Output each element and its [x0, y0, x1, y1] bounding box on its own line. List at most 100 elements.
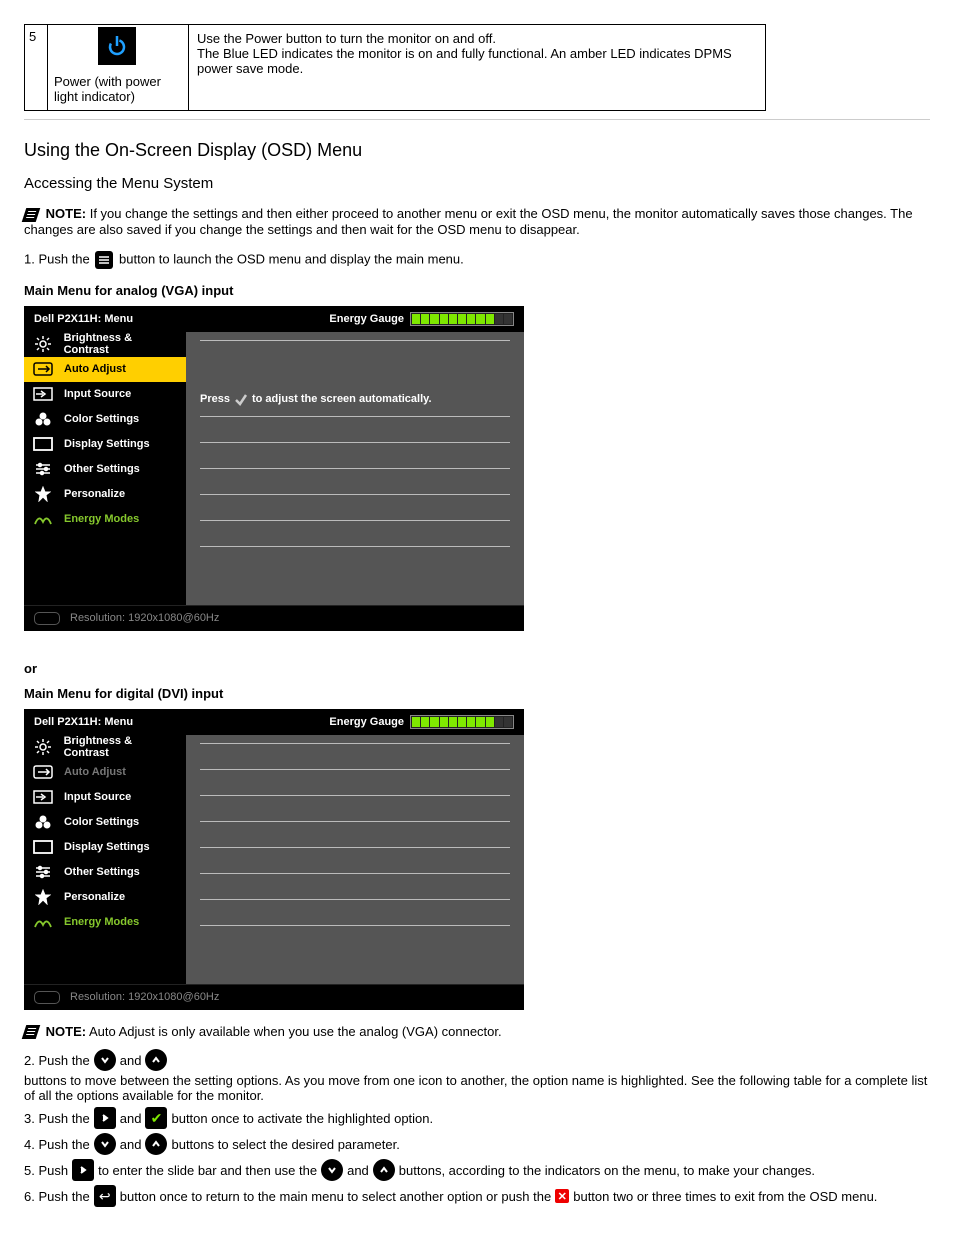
note-text: If you change the settings and then eith… [24, 206, 913, 237]
osd-item-color[interactable]: Color Settings [24, 810, 186, 835]
dell-logo-icon [34, 991, 60, 1004]
step2b: and [120, 1053, 142, 1068]
osd-msg-suffix: to adjust the screen automatically. [252, 393, 432, 405]
osd-item-label: Brightness & Contrast [64, 735, 178, 759]
osd-title: Dell P2X11H: Menu [34, 313, 133, 325]
other-icon [32, 462, 54, 476]
osd-item-personalize[interactable]: Personalize [24, 885, 186, 910]
step4b: and [120, 1137, 142, 1152]
down-icon [94, 1049, 116, 1071]
osd-item-other[interactable]: Other Settings [24, 457, 186, 482]
osd-item-input[interactable]: Input Source [24, 382, 186, 407]
osd-item-energy[interactable]: Energy Modes [24, 507, 186, 532]
step4a: 4. Push the [24, 1137, 90, 1152]
check-icon [145, 1107, 167, 1129]
osd-item-label: Personalize [64, 488, 125, 500]
osd-heading: Using the On-Screen Display (OSD) Menu [24, 140, 930, 161]
other-icon [32, 865, 54, 879]
osd-item-personalize[interactable]: Personalize [24, 482, 186, 507]
up-icon [145, 1049, 167, 1071]
note-label-2: NOTE: [46, 1024, 86, 1039]
display-icon [32, 437, 54, 451]
note-icon [22, 208, 41, 222]
resolution-text: Resolution: 1920x1080@60Hz [70, 991, 219, 1003]
osd-item-label: Auto Adjust [64, 766, 126, 778]
step4c: buttons to select the desired parameter. [171, 1137, 399, 1152]
step6b: button once to return to the main menu t… [120, 1189, 551, 1204]
personalize-icon [32, 889, 54, 905]
fig1-caption: Main Menu for analog (VGA) input [24, 283, 930, 298]
osd-item-display[interactable]: Display Settings [24, 835, 186, 860]
divider [24, 119, 930, 120]
return-icon [94, 1185, 116, 1207]
step5b: to enter the slide bar and then use the [98, 1163, 317, 1178]
button-cell: Power (with power light indicator) [48, 25, 189, 111]
personalize-icon [32, 486, 54, 502]
step5c: and [347, 1163, 369, 1178]
osd-item-label: Brightness & Contrast [64, 332, 178, 356]
osd-item-label: Input Source [64, 791, 131, 803]
color-icon [32, 815, 54, 829]
power-label: Power (with power light indicator) [48, 68, 188, 110]
down-icon [94, 1133, 116, 1155]
note-label: NOTE: [46, 206, 86, 221]
brightness-icon [32, 335, 54, 353]
arrow-right-icon [72, 1159, 94, 1181]
osd-item-display[interactable]: Display Settings [24, 432, 186, 457]
exit-icon [555, 1189, 569, 1203]
up-icon [145, 1133, 167, 1155]
osd-item-label: Display Settings [64, 438, 150, 450]
fig2-caption: Main Menu for digital (DVI) input [24, 686, 930, 701]
arrow-right-icon [94, 1107, 116, 1129]
osd-item-label: Energy Modes [64, 513, 139, 525]
osd-item-energy[interactable]: Energy Modes [24, 910, 186, 935]
osd-menu-dvi: Dell P2X11H: Menu Energy Gauge Brightnes… [24, 709, 524, 1010]
osd-item-color[interactable]: Color Settings [24, 407, 186, 432]
input-icon [32, 790, 54, 804]
step3b: and [120, 1111, 142, 1126]
autoadjust-icon [32, 765, 54, 779]
step2a: 2. Push the [24, 1053, 90, 1068]
power-icon [98, 27, 136, 65]
osd-msg-prefix: Press [200, 393, 230, 405]
osd-item-label: Other Settings [64, 463, 140, 475]
osd-item-autoadjust[interactable]: Auto Adjust [24, 357, 186, 382]
step2c: buttons to move between the setting opti… [24, 1073, 930, 1103]
resolution-text: Resolution: 1920x1080@60Hz [70, 612, 219, 624]
osd-item-other[interactable]: Other Settings [24, 860, 186, 885]
display-icon [32, 840, 54, 854]
osd-item-autoadjust[interactable]: Auto Adjust [24, 760, 186, 785]
row-number-cell: 5 [25, 25, 48, 111]
osd-subheading: Accessing the Menu System [24, 175, 930, 192]
brightness-icon [32, 738, 54, 756]
osd-item-brightness[interactable]: Brightness & Contrast [24, 332, 186, 357]
dell-logo-icon [34, 612, 60, 625]
row-number: 5 [25, 25, 47, 48]
power-button-table: 5 Power (with power light indicator) Use… [24, 24, 766, 111]
osd-item-label: Energy Modes [64, 916, 139, 928]
osd-item-label: Personalize [64, 891, 125, 903]
step6c: button two or three times to exit from t… [573, 1189, 877, 1204]
autoadjust-icon [32, 362, 54, 376]
note-text-2: Auto Adjust is only available when you u… [89, 1024, 502, 1039]
step6a: 6. Push the [24, 1189, 90, 1204]
osd-item-brightness[interactable]: Brightness & Contrast [24, 735, 186, 760]
osd-menu-vga: Dell P2X11H: Menu Energy Gauge Brightnes… [24, 306, 524, 631]
energy-label: Energy Gauge [329, 716, 404, 728]
check-icon [234, 392, 248, 406]
osd-item-input[interactable]: Input Source [24, 785, 186, 810]
button-desc-cell: Use the Power button to turn the monitor… [189, 25, 766, 111]
step3a: 3. Push the [24, 1111, 90, 1126]
osd-item-label: Color Settings [64, 816, 139, 828]
up-icon [373, 1159, 395, 1181]
osd-item-label: Display Settings [64, 841, 150, 853]
step5a: 5. Push [24, 1163, 68, 1178]
step1-prefix: 1. Push the [24, 251, 90, 266]
energy-gauge-icon [410, 312, 514, 326]
menu-icon [95, 251, 113, 269]
input-icon [32, 387, 54, 401]
osd-item-label: Other Settings [64, 866, 140, 878]
power-desc: Use the Power button to turn the monitor… [189, 25, 765, 82]
energy-icon [32, 512, 54, 526]
note-icon [22, 1025, 41, 1039]
